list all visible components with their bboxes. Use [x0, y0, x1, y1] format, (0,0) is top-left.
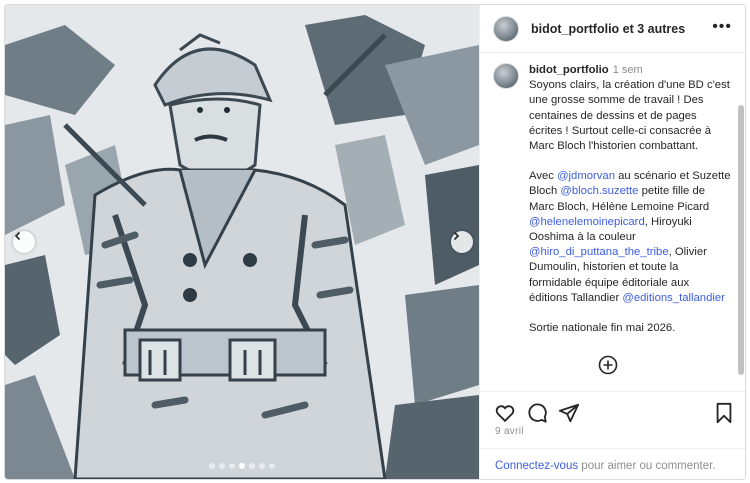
carousel-dot	[219, 463, 225, 469]
carousel-dot	[249, 463, 255, 469]
caption-paragraph-1: bidot_portfolio 1 sem Soyons clairs, la c…	[529, 63, 731, 154]
mention-hiro[interactable]: @hiro_di_puttana_the_tribe	[529, 246, 669, 258]
post-date: 9 avril	[495, 426, 524, 437]
side-panel: bidot_portfolio et 3 autres ••• bidot_po…	[479, 5, 745, 479]
comment-icon[interactable]	[526, 402, 548, 424]
caption-body: bidot_portfolio 1 sem Soyons clairs, la c…	[529, 63, 731, 351]
mention-bloch-suzette[interactable]: @bloch.suzette	[560, 185, 638, 197]
header-title[interactable]: bidot_portfolio et 3 autres	[531, 22, 685, 36]
login-link[interactable]: Connectez-vous	[495, 460, 578, 472]
caption-avatar[interactable]	[493, 63, 519, 89]
login-prompt: Connectez-vous pour aimer ou commenter.	[495, 460, 716, 472]
carousel-prev-button[interactable]	[13, 231, 35, 253]
login-text: pour aimer ou commenter.	[578, 460, 716, 472]
plus-circle-icon	[598, 355, 618, 375]
comments-section: bidot_portfolio 1 sem Soyons clairs, la c…	[480, 53, 745, 391]
chevron-left-icon	[14, 231, 21, 241]
carousel-dot	[269, 463, 275, 469]
mention-editions-tallandier[interactable]: @editions_tallandier	[622, 292, 725, 304]
caption-text-2a: Avec	[529, 170, 558, 183]
caption-paragraph-2: Avec @jdmorvan au scénario et Suzette Bl…	[529, 169, 731, 306]
carousel-indicator	[5, 463, 479, 469]
carousel-dot	[209, 463, 215, 469]
carousel-dot	[229, 463, 235, 469]
carousel-dot	[259, 463, 265, 469]
caption-text-1: Soyons clairs, la création d'une BD c'es…	[529, 79, 730, 153]
chevron-right-icon	[453, 231, 460, 241]
bookmark-icon[interactable]	[714, 402, 734, 424]
comments-scrollbar[interactable]	[738, 105, 744, 375]
mention-jdmorvan[interactable]: @jdmorvan	[557, 170, 615, 182]
share-icon[interactable]	[558, 402, 580, 424]
caption-time: 1 sem	[612, 64, 643, 76]
post-dialog: bidot_portfolio et 3 autres ••• bidot_po…	[4, 4, 746, 480]
watercolor-illustration	[5, 5, 479, 479]
carousel-next-button[interactable]	[451, 231, 473, 253]
post-image[interactable]	[5, 5, 479, 479]
login-footer: Connectez-vous pour aimer ou commenter.	[480, 448, 745, 479]
mention-helenelemoinepicard[interactable]: @helenelemoinepicard	[529, 216, 645, 228]
load-more-comments-button[interactable]	[598, 355, 618, 375]
post-header: bidot_portfolio et 3 autres •••	[480, 5, 745, 53]
caption-username[interactable]: bidot_portfolio	[529, 64, 609, 76]
carousel-dot	[239, 463, 245, 469]
caption-paragraph-3: Sortie nationale fin mai 2026.	[529, 322, 676, 335]
heart-icon[interactable]	[494, 402, 516, 424]
author-avatar[interactable]	[493, 15, 519, 42]
more-options-icon[interactable]: •••	[712, 18, 732, 36]
